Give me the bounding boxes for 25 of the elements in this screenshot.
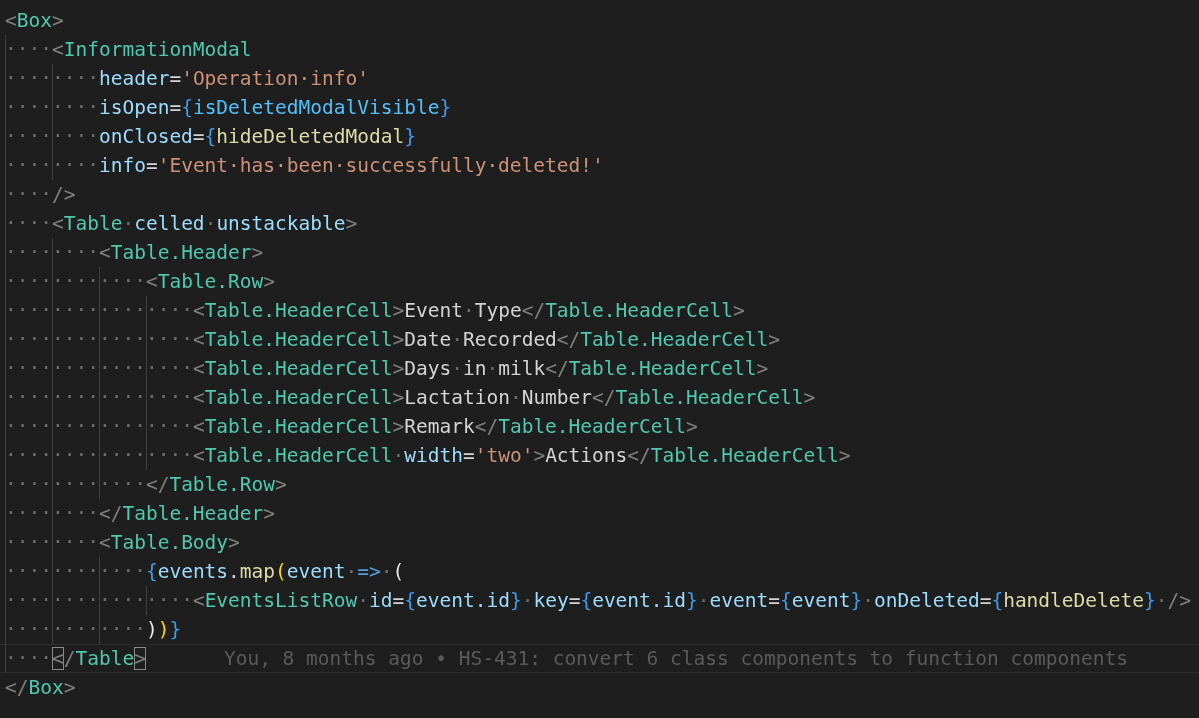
- code-line: ········onClosed={hideDeletedModal}: [5, 123, 416, 150]
- code-line: ········<Table.Header>: [5, 239, 264, 266]
- blame-annotation: You, 8 months ago • HS-431: convert 6 class components to function components: [223, 646, 1128, 672]
- code-line: ············</Table.Row>: [5, 471, 287, 498]
- code-line: ············<Table.Row>: [5, 268, 276, 295]
- code-line: </Box>: [5, 675, 76, 701]
- code-line: ····<Table·celled·unstackable>: [5, 210, 358, 237]
- code-line: ················<Table.HeaderCell·width='two'>Actions</Table.HeaderCell>: [5, 442, 851, 469]
- code-line: ················<EventsListRow·id={event.id}·key={event.id}·event={event}·onDeleted={handleDelete}·/>: [5, 587, 1191, 614]
- code-line: ········<Table.Body>: [5, 529, 240, 556]
- code-line: ················<Table.HeaderCell>Remark</Table.HeaderCell>: [5, 413, 698, 440]
- code-line: ················<Table.HeaderCell>Event·Type</Table.HeaderCell>: [5, 297, 745, 324]
- code-line: ········info='Event·has·been·successfully·deleted!': [5, 152, 604, 179]
- code-line: ····/>: [5, 181, 76, 208]
- code-line: ····</Table>: [5, 645, 146, 672]
- code-line: ····<InformationModal: [5, 36, 252, 63]
- code-line: ············{events.map(event·=>·(: [5, 558, 405, 585]
- code-line: ········isOpen={isDeletedModalVisible}: [5, 94, 452, 121]
- code-line: ········</Table.Header>: [5, 500, 276, 527]
- code-line: ················<Table.HeaderCell>Date·Recorded</Table.HeaderCell>: [5, 326, 780, 353]
- code-line: ············))}: [5, 616, 182, 643]
- code-line: ················<Table.HeaderCell>Days·in·milk</Table.HeaderCell>: [5, 355, 769, 382]
- code-line: ················<Table.HeaderCell>Lactation·Number</Table.HeaderCell>: [5, 384, 816, 411]
- code-line: <Box>: [5, 8, 64, 34]
- code-line: ········header='Operation·info': [5, 65, 369, 92]
